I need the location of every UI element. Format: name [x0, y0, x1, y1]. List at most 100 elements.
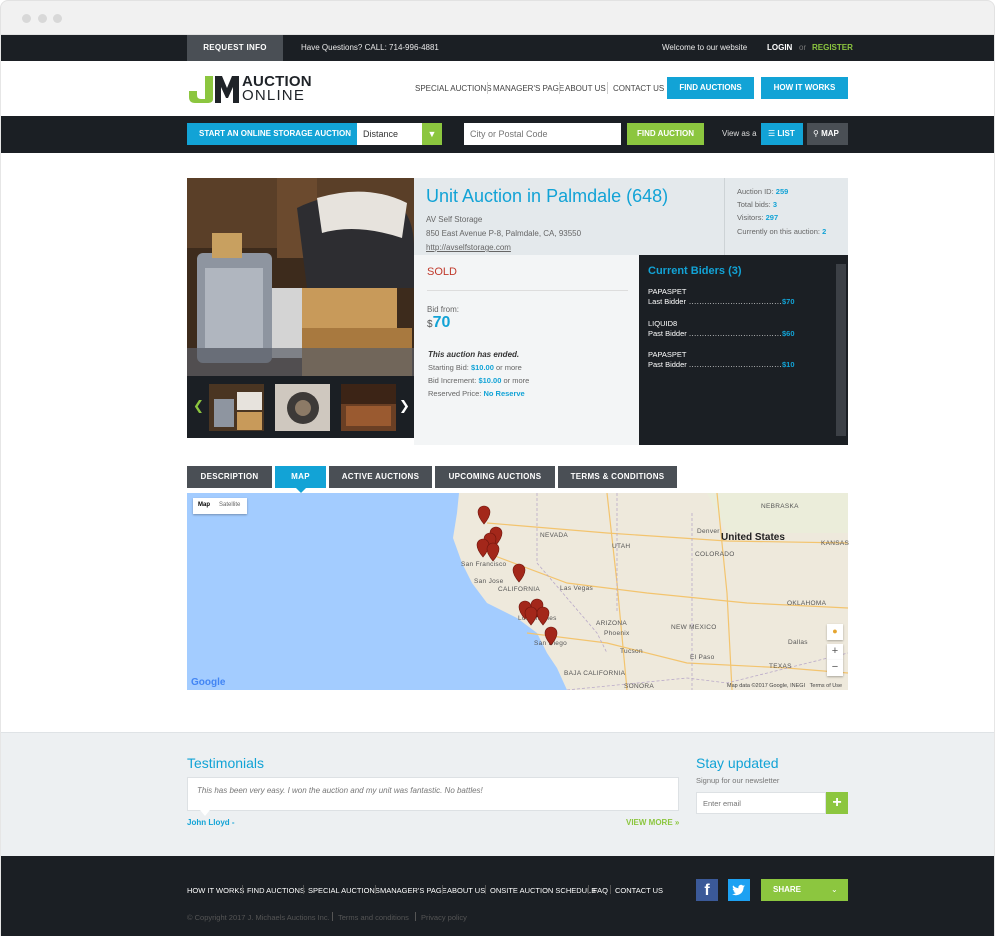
thumbnail-2[interactable] [275, 384, 330, 431]
map-type-map[interactable]: Map [198, 502, 210, 508]
nav-about-us[interactable]: ABOUT US [565, 84, 606, 93]
terms-link[interactable]: Terms and conditions [338, 913, 409, 922]
google-logo[interactable]: Google [191, 677, 225, 688]
tab-description[interactable]: DESCRIPTION [187, 466, 272, 488]
bidder-leader: ........................................… [689, 297, 781, 306]
testimonial-author: John Lloyd - [187, 818, 235, 827]
footer-divider [588, 885, 589, 894]
nav-divider [487, 82, 488, 94]
privacy-link[interactable]: Privacy policy [421, 913, 467, 922]
bidder-leader: ........................................… [689, 329, 781, 338]
logo-text-online: ONLINE [242, 87, 306, 104]
map-view-button[interactable]: ⚲ MAP [807, 123, 848, 145]
city-postal-input[interactable] [464, 123, 621, 145]
window-minimize-dot[interactable] [38, 14, 47, 23]
footer-link-contact-us[interactable]: CONTACT US [615, 886, 663, 895]
starting-bid: Starting Bid: $10.00 or more [428, 363, 522, 372]
map-label: COLORADO [695, 551, 735, 558]
footer-link-onsite-schedule[interactable]: ONSITE AUCTION SCHEDULE [490, 886, 596, 895]
map-credit: Map data ©2017 Google, INEGI Terms of Us… [727, 683, 843, 689]
start-auction-button[interactable]: START AN ONLINE STORAGE AUCTION [187, 123, 365, 145]
view-more-link[interactable]: VIEW MORE » [626, 818, 679, 827]
zoom-in-button[interactable]: + [827, 644, 843, 660]
map-marker-icon [536, 606, 550, 626]
bidder-name: PAPASPET [648, 287, 687, 296]
map-label: Phoenix [604, 630, 630, 637]
footer-divider [415, 912, 416, 921]
map-label: ARIZONA [596, 620, 627, 627]
nav-divider [607, 82, 608, 94]
bidder-amount: $70 [782, 297, 795, 306]
find-auction-button[interactable]: FIND AUCTION [627, 123, 704, 145]
window-maximize-dot[interactable] [53, 14, 62, 23]
map-label: NEW MEXICO [671, 624, 717, 631]
total-bids-stat: Total bids: 3 [737, 200, 778, 209]
auction-photo[interactable] [187, 178, 414, 376]
map-type-satellite[interactable]: Satellite [219, 502, 240, 508]
map-markers[interactable] [471, 503, 571, 653]
logo-mark-icon[interactable] [187, 73, 239, 103]
footer-link-about-us[interactable]: ABOUT US [447, 886, 485, 895]
tab-terms-conditions[interactable]: TERMS & CONDITIONS [558, 466, 677, 488]
facility-website-link[interactable]: http://avselfstorage.com [426, 243, 511, 252]
bidders-scrollbar[interactable] [836, 264, 846, 436]
footer-link-managers-page[interactable]: MANAGER'S PAGE [380, 886, 447, 895]
map-marker-icon [544, 626, 558, 646]
thumbnail-1[interactable] [209, 384, 264, 431]
tab-active-auctions[interactable]: ACTIVE AUCTIONS [329, 466, 432, 488]
footer-link-faq[interactable]: FAQ [593, 886, 608, 895]
nav-managers-page[interactable]: MANAGER'S PAGE [493, 84, 564, 93]
view-as-label: View as a [722, 129, 757, 138]
how-it-works-button[interactable]: HOW IT WORKS [761, 77, 848, 99]
chevron-left-icon[interactable]: ❮ [193, 398, 204, 414]
footer-link-find-auctions[interactable]: FIND AUCTIONS [247, 886, 305, 895]
tab-map[interactable]: MAP [275, 466, 326, 493]
map-label: KANSAS [821, 540, 850, 547]
twitter-icon[interactable] [728, 879, 750, 901]
map-label: SONORA [624, 683, 654, 690]
facebook-icon[interactable]: f [696, 879, 718, 901]
thumbnail-strip: ❮ ❯ [187, 376, 414, 438]
chevron-down-icon[interactable]: ⌄ [831, 879, 838, 901]
street-view-icon[interactable]: ● [827, 624, 843, 640]
bidder-role: Past Bidder [648, 360, 687, 369]
request-info-button[interactable]: REQUEST INFO [187, 35, 283, 61]
map-marker-icon [524, 606, 538, 626]
auction-title: Unit Auction in Palmdale (648) [426, 186, 669, 206]
map-country-label: United States [721, 532, 785, 543]
nav-special-auctions[interactable]: SPECIAL AUCTIONS [415, 84, 492, 93]
map-type-toggle[interactable]: Map Satellite [193, 498, 247, 514]
contact-phone: Have Questions? CALL: 714-996-4881 [301, 43, 439, 52]
map-label: Dallas [788, 639, 808, 646]
footer-link-special-auctions[interactable]: SPECIAL AUCTIONS [308, 886, 380, 895]
auction-id-stat: Auction ID: 259 [737, 187, 789, 196]
map-label: El Paso [690, 654, 715, 661]
nav-divider [559, 82, 560, 94]
list-view-label: LIST [777, 129, 795, 138]
chevron-down-icon[interactable]: ▼ [422, 123, 442, 145]
find-auctions-button[interactable]: FIND AUCTIONS [667, 77, 754, 99]
list-view-button[interactable]: ☰ LIST [761, 123, 803, 145]
zoom-out-button[interactable]: − [827, 660, 843, 676]
register-link[interactable]: REGISTER [812, 35, 853, 61]
window-close-dot[interactable] [22, 14, 31, 23]
footer-divider [242, 885, 243, 894]
newsletter-submit-button[interactable]: + [826, 792, 848, 814]
nav-contact-us[interactable]: CONTACT US [613, 84, 664, 93]
login-link[interactable]: LOGIN [767, 35, 792, 61]
map-label: Tucson [620, 648, 643, 655]
divider [427, 290, 628, 291]
map-marker-icon [512, 563, 526, 583]
bid-from-label: Bid from: [427, 305, 460, 314]
footer-link-how-it-works[interactable]: HOW IT WORKS [187, 886, 244, 895]
email-field[interactable] [696, 792, 826, 814]
footer-divider [442, 885, 443, 894]
bid-increment: Bid Increment: $10.00 or more [428, 376, 530, 385]
tab-upcoming-auctions[interactable]: UPCOMING AUCTIONS [435, 466, 555, 488]
visitors-stat: Visitors: 297 [737, 213, 779, 222]
map-pin-icon: ⚲ [813, 129, 819, 138]
chevron-right-icon[interactable]: ❯ [399, 398, 410, 414]
footer-divider [303, 885, 304, 894]
thumbnail-3[interactable] [341, 384, 396, 431]
stats-divider [724, 178, 725, 255]
